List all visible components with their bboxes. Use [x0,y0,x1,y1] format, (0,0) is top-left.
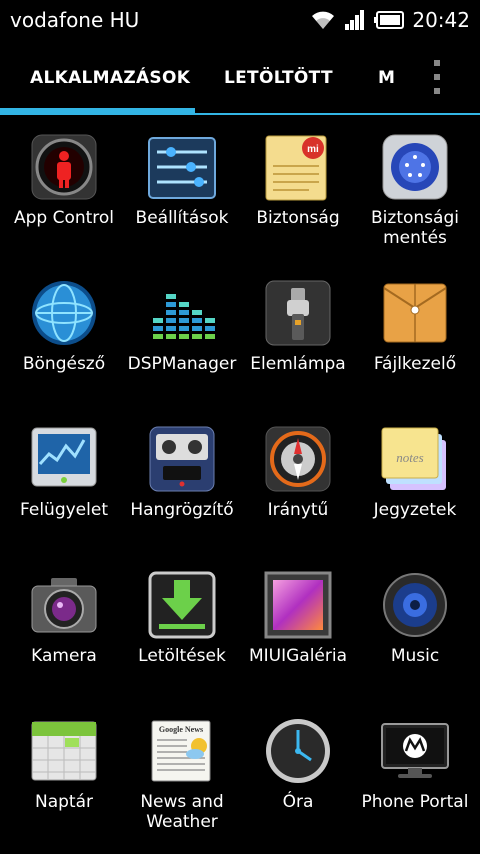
battery-icon [374,11,405,29]
app-label: MIUIGaléria [248,646,348,666]
compass-icon [263,424,333,494]
app-label: Music [390,646,440,666]
app-item[interactable]: App Control [4,126,124,228]
app-drawer-tabs: ALKALMAZÁSOK LETÖLTÖTT M [0,48,480,116]
app-label: Beállítások [135,208,229,228]
flashlight-icon [263,278,333,348]
app-item[interactable]: DSPManager [122,272,242,374]
app-item[interactable]: Naptár [4,710,124,812]
app-item[interactable]: Phone Portal [355,710,475,812]
tab-widgets-partial[interactable]: M [378,48,395,108]
news-weather-icon: Google News [147,716,217,786]
browser-icon [29,278,99,348]
clock-text: 20:42 [412,8,470,32]
backup-icon [380,132,450,202]
app-item[interactable]: Böngésző [4,272,124,374]
app-label: Jegyzetek [373,500,457,520]
app-item[interactable]: Google News News and Weather [122,710,242,832]
monitor-icon [29,424,99,494]
speaker-icon [380,570,450,640]
svg-text:Google News: Google News [159,725,203,734]
app-control-icon [29,132,99,202]
app-item[interactable]: Biztonsági mentés [355,126,475,248]
app-label: Biztonság [256,208,340,228]
calendar-icon [29,716,99,786]
overflow-menu-icon[interactable] [434,60,442,94]
app-label: Iránytű [267,500,329,520]
svg-text:notes: notes [396,450,423,465]
signal-icon [345,10,365,30]
camera-icon [29,570,99,640]
active-tab-indicator [0,108,195,115]
app-label: Naptár [35,792,93,812]
app-item[interactable]: mi Biztonság [238,126,358,228]
app-item[interactable]: Óra [238,710,358,812]
carrier-name: vodafone HU [10,8,140,32]
app-item[interactable]: Fájlkezelő [355,272,475,374]
app-label: Letöltések [138,646,226,666]
app-label: Biztonsági mentés [371,208,459,248]
app-label: Böngésző [22,354,106,374]
app-item[interactable]: Letöltések [122,564,242,666]
phone-portal-icon [380,716,450,786]
tab-downloaded[interactable]: LETÖLTÖTT [224,48,333,108]
app-item[interactable]: Elemlámpa [238,272,358,374]
app-label: Óra [282,792,314,812]
app-label: News and Weather [140,792,224,832]
app-item[interactable]: Kamera [4,564,124,666]
app-label: App Control [13,208,115,228]
app-label: DSPManager [127,354,237,374]
svg-text:mi: mi [307,144,319,155]
app-item[interactable]: MIUIGaléria [238,564,358,666]
app-label: Elemlámpa [250,354,346,374]
gallery-icon [263,570,333,640]
app-label: Phone Portal [361,792,469,812]
app-item[interactable]: Beállítások [122,126,242,228]
cassette-recorder-icon [147,424,217,494]
notes-icon: notes [380,424,450,494]
status-bar: vodafone HU 20:42 [0,0,480,40]
file-manager-icon [380,278,450,348]
app-item[interactable]: Hangrögzítő [122,418,242,520]
app-item[interactable]: Felügyelet [4,418,124,520]
app-item[interactable]: Music [355,564,475,666]
app-label: Felügyelet [20,500,108,520]
download-icon [147,570,217,640]
app-label: Kamera [31,646,97,666]
app-label: Fájlkezelő [373,354,457,374]
app-item[interactable]: notes Jegyzetek [355,418,475,520]
clock-icon [263,716,333,786]
wifi-icon [312,11,335,29]
status-icons: 20:42 [310,6,470,34]
security-icon: mi [263,132,333,202]
settings-icon [147,132,217,202]
equalizer-icon [147,278,217,348]
tab-applications[interactable]: ALKALMAZÁSOK [30,48,190,108]
app-item[interactable]: Iránytű [238,418,358,520]
app-label: Hangrögzítő [130,500,234,520]
